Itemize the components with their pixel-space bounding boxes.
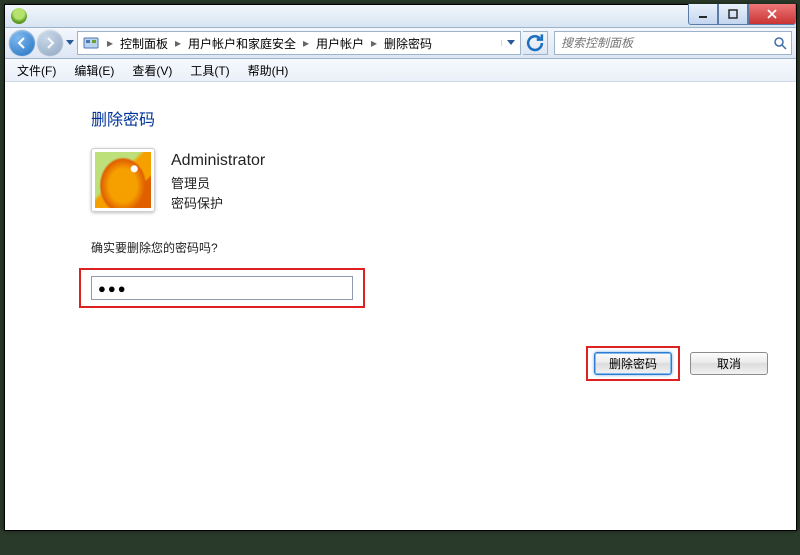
menu-label: 文件(F) (17, 64, 56, 78)
control-panel-window: ▸ 控制面板 ▸ 用户帐户和家庭安全 ▸ 用户帐户 ▸ 删除密码 文件(F) 编… (4, 4, 797, 531)
address-dropdown[interactable] (501, 40, 520, 46)
refresh-button[interactable] (523, 31, 548, 55)
control-panel-icon (81, 33, 101, 53)
breadcrumb-item[interactable]: 用户帐户 (312, 32, 368, 54)
breadcrumb-separator-icon[interactable]: ▸ (300, 36, 312, 50)
menu-file[interactable]: 文件(F) (9, 60, 64, 81)
search-input[interactable] (555, 36, 769, 50)
breadcrumb-item[interactable]: 用户帐户和家庭安全 (184, 32, 300, 54)
maximize-icon (728, 9, 738, 19)
password-highlight (81, 270, 363, 306)
current-password-input[interactable] (91, 276, 353, 300)
content-area: 删除密码 Administrator 管理员 密码保护 确实要删除您的密码吗? … (5, 82, 796, 555)
window-caption-buttons (688, 4, 796, 26)
account-role: 管理员 (171, 174, 265, 195)
menu-label: 帮助(H) (248, 64, 289, 78)
button-label: 取消 (717, 355, 741, 372)
refresh-icon (523, 31, 547, 55)
back-button[interactable] (9, 30, 35, 56)
forward-button[interactable] (37, 30, 63, 56)
breadcrumb-label: 用户帐户 (316, 35, 364, 52)
close-button[interactable] (748, 4, 796, 25)
button-label: 删除密码 (609, 355, 657, 372)
search-icon[interactable] (769, 36, 791, 50)
remove-button-highlight: 删除密码 (588, 348, 678, 379)
menu-label: 编辑(E) (74, 64, 114, 78)
account-info: Administrator 管理员 密码保护 (171, 148, 265, 215)
account-avatar (91, 148, 155, 212)
breadcrumb-label: 控制面板 (120, 35, 168, 52)
minimize-button[interactable] (688, 4, 718, 25)
confirm-prompt: 确实要删除您的密码吗? (91, 239, 776, 256)
breadcrumb-separator-icon[interactable]: ▸ (368, 36, 380, 50)
minimize-icon (698, 9, 708, 19)
menu-tools[interactable]: 工具(T) (182, 60, 237, 81)
menu-help[interactable]: 帮助(H) (240, 60, 297, 81)
breadcrumb-label: 删除密码 (384, 35, 432, 52)
breadcrumb-separator-icon[interactable]: ▸ (104, 36, 116, 50)
menu-label: 工具(T) (190, 64, 229, 78)
button-bar: 删除密码 取消 (588, 348, 768, 379)
menu-label: 查看(V) (132, 64, 172, 78)
breadcrumb-separator-icon[interactable]: ▸ (172, 36, 184, 50)
navigation-row: ▸ 控制面板 ▸ 用户帐户和家庭安全 ▸ 用户帐户 ▸ 删除密码 (5, 28, 796, 59)
window-caption (5, 5, 796, 28)
page-title: 删除密码 (91, 106, 776, 130)
remove-password-button[interactable]: 删除密码 (594, 352, 672, 375)
chevron-down-icon (66, 40, 74, 46)
maximize-button[interactable] (718, 4, 748, 25)
breadcrumb-item[interactable]: 删除密码 (380, 32, 436, 54)
arrow-left-icon (15, 36, 29, 50)
menu-bar: 文件(F) 编辑(E) 查看(V) 工具(T) 帮助(H) (5, 59, 796, 82)
nav-history-dropdown[interactable] (65, 30, 75, 56)
arrow-right-icon (43, 36, 57, 50)
avatar-flower-icon (95, 152, 151, 208)
search-box[interactable] (554, 31, 792, 55)
menu-view[interactable]: 查看(V) (124, 60, 180, 81)
close-icon (767, 9, 777, 19)
account-block: Administrator 管理员 密码保护 (91, 148, 776, 215)
window-favicon-icon (11, 8, 27, 24)
chevron-down-icon (507, 40, 515, 46)
account-status: 密码保护 (171, 194, 265, 215)
cancel-button[interactable]: 取消 (690, 352, 768, 375)
breadcrumb-label: 用户帐户和家庭安全 (188, 35, 296, 52)
account-name: Administrator (171, 148, 265, 174)
breadcrumb-item[interactable]: 控制面板 (116, 32, 172, 54)
address-bar[interactable]: ▸ 控制面板 ▸ 用户帐户和家庭安全 ▸ 用户帐户 ▸ 删除密码 (77, 31, 521, 55)
menu-edit[interactable]: 编辑(E) (66, 60, 122, 81)
